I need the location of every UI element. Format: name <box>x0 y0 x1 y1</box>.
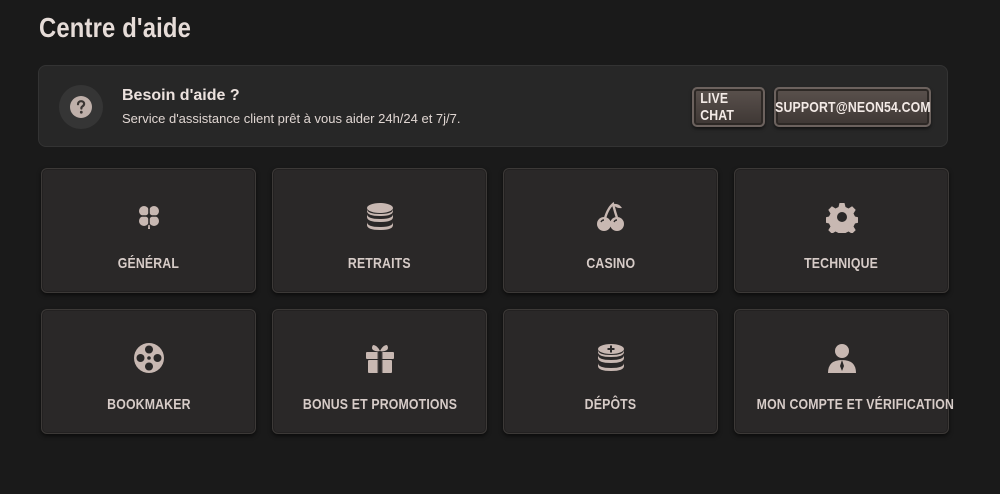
live-chat-button[interactable]: LIVE CHAT <box>692 87 765 127</box>
category-card-retraits[interactable]: RETRAITS <box>272 168 487 293</box>
gift-icon <box>362 340 398 376</box>
film-reel-icon <box>131 340 167 376</box>
support-email-label: SUPPORT@NEON54.COM <box>774 98 931 116</box>
category-card-bonus[interactable]: BONUS ET PROMOTIONS <box>272 309 487 434</box>
category-card-depots[interactable]: DÉPÔTS <box>503 309 718 434</box>
help-panel: Besoin d'aide ? Service d'assistance cli… <box>38 65 948 147</box>
page-title: Centre d'aide <box>39 12 192 43</box>
live-chat-label: LIVE CHAT <box>700 90 735 124</box>
category-card-mon-compte[interactable]: MON COMPTE ET VÉRIFICATION <box>734 309 955 434</box>
category-label: MON COMPTE ET VÉRIFICATION <box>756 396 955 413</box>
support-email-button[interactable]: SUPPORT@NEON54.COM <box>774 87 931 127</box>
category-label: TECHNIQUE <box>804 255 879 272</box>
clover-icon <box>131 199 167 235</box>
cherries-icon <box>593 199 629 235</box>
coin-stack-plus-icon <box>593 340 629 376</box>
help-subtitle: Service d'assistance client prêt à vous … <box>122 111 461 126</box>
category-label: GÉNÉRAL <box>117 255 180 272</box>
user-icon <box>824 340 860 376</box>
help-title: Besoin d'aide ? <box>122 87 240 104</box>
category-card-general[interactable]: GÉNÉRAL <box>41 168 256 293</box>
category-label: BONUS ET PROMOTIONS <box>302 396 457 413</box>
category-label: BOOKMAKER <box>106 396 191 413</box>
question-circle-icon <box>59 85 103 129</box>
category-label: CASINO <box>586 255 635 272</box>
category-label: RETRAITS <box>348 255 411 272</box>
category-card-bookmaker[interactable]: BOOKMAKER <box>41 309 256 434</box>
coin-stack-icon <box>362 199 398 235</box>
gear-icon <box>824 199 860 235</box>
category-card-casino[interactable]: CASINO <box>503 168 718 293</box>
category-label: DÉPÔTS <box>584 396 637 413</box>
category-card-technique[interactable]: TECHNIQUE <box>734 168 949 293</box>
